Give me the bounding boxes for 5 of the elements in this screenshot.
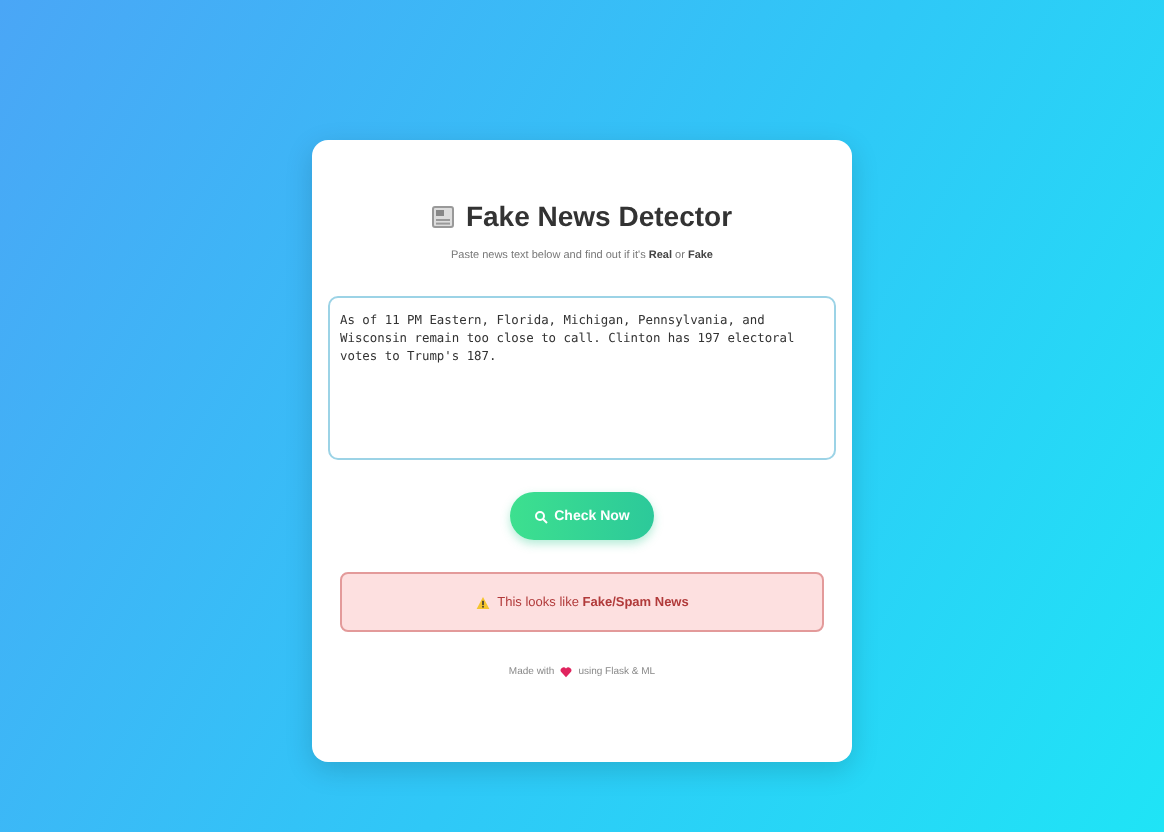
heart-icon [560,666,573,678]
newspaper-icon [431,205,454,227]
warning-icon [475,595,490,609]
app-title: Fake News Detector [465,200,733,232]
search-icon [534,509,549,523]
